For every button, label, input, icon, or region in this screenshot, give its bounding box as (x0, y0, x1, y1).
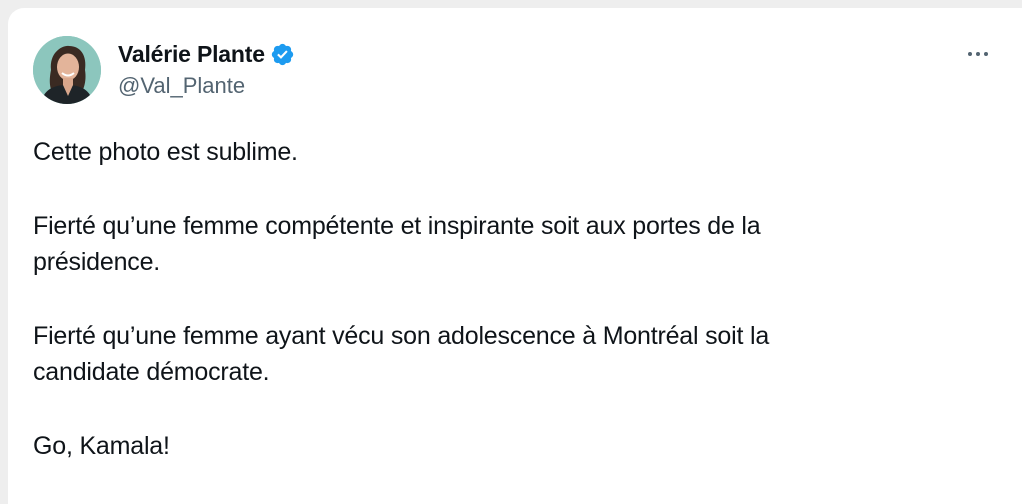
tweet-line: Go, Kamala! (33, 432, 170, 460)
avatar-image (33, 36, 101, 104)
author-handle[interactable]: @Val_Plante (118, 73, 245, 99)
avatar[interactable] (33, 36, 101, 104)
tweet-text: Cette photo est sublime. Fierté qu’une f… (33, 134, 963, 502)
tweet-paragraph: Fierté qu’une femme compétente et inspir… (33, 208, 963, 280)
tweet-line: présidence. (33, 248, 161, 276)
author-name-row[interactable]: Valérie Plante (118, 39, 295, 69)
more-dot (984, 52, 988, 56)
verified-badge-icon[interactable] (270, 42, 295, 67)
tweet-paragraph: Fierté qu’une femme ayant vécu son adole… (33, 318, 963, 390)
tweet-line: Fierté qu’une femme compétente et inspir… (33, 212, 761, 240)
more-horizontal-icon (968, 52, 972, 56)
tweet-line: Fierté qu’une femme ayant vécu son adole… (33, 322, 770, 350)
author-display-name[interactable]: Valérie Plante (118, 41, 265, 68)
more-dot (976, 52, 980, 56)
tweet-paragraph: Go, Kamala! (33, 428, 963, 464)
tweet-line: Cette photo est sublime. (33, 138, 298, 166)
tweet-line: candidate démocrate. (33, 358, 270, 386)
tweet-paragraph: Cette photo est sublime. (33, 134, 963, 170)
tweet-card: Valérie Plante @Val_Plante Cette photo e… (8, 8, 1022, 504)
more-options-button[interactable] (958, 44, 998, 64)
